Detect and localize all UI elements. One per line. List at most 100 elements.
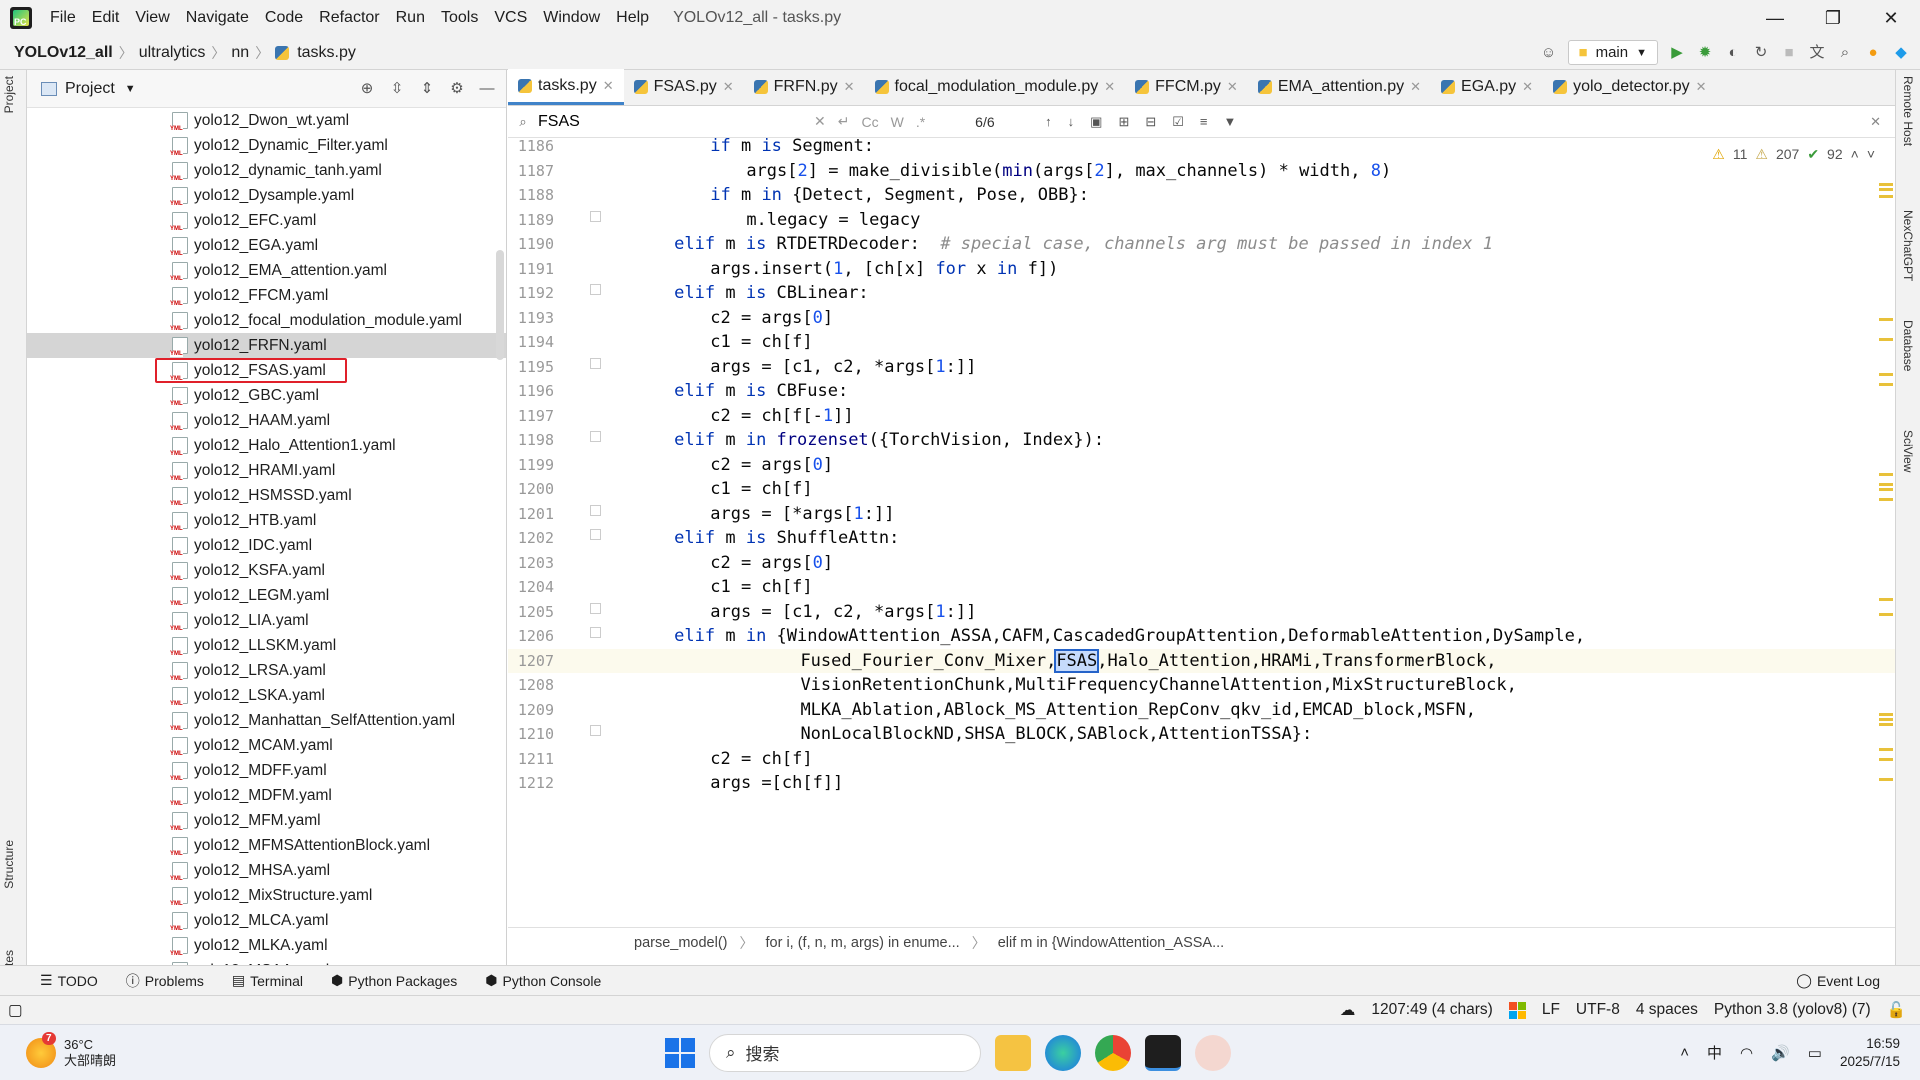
stripe-mark[interactable] [1879, 613, 1893, 616]
editor-tab[interactable]: EMA_attention.py ✕ [1248, 69, 1431, 105]
stripe-mark[interactable] [1879, 723, 1893, 726]
tree-item[interactable]: yolo12_MDFM.yaml [27, 783, 506, 808]
filter-icon[interactable]: ▼ [1224, 114, 1237, 130]
editor-tab[interactable]: tasks.py ✕ [508, 69, 624, 105]
profile-icon[interactable]: ↻ [1752, 44, 1770, 62]
terminal-tab[interactable]: ▤ Terminal [218, 972, 317, 989]
code-line[interactable]: 1203 c2 = args[0] [508, 551, 1895, 576]
select-all-occurrences-icon[interactable]: ☑ [1172, 114, 1184, 130]
pycharm-taskbar-icon[interactable] [1145, 1034, 1181, 1071]
menu-run[interactable]: Run [388, 9, 433, 27]
stripe-mark[interactable] [1879, 488, 1893, 491]
clear-search-icon[interactable]: ✕ [814, 113, 826, 130]
taskbar-search[interactable]: ⌕ 搜索 [709, 1033, 981, 1072]
fold-icon[interactable] [590, 504, 601, 516]
menu-code[interactable]: Code [257, 9, 311, 27]
regex-toggle[interactable]: .* [916, 114, 925, 130]
tree-item[interactable]: yolo12_HTB.yaml [27, 508, 506, 533]
breadcrumb-project[interactable]: YOLOv12_all [0, 44, 117, 62]
tree-item[interactable]: yolo12_MDFF.yaml [27, 758, 506, 783]
code-crumb-function[interactable]: parse_model() [634, 935, 728, 951]
code-editor[interactable]: ⚠ 11 ⚠ 207 ✔ 92 ˄ ˅ 1186 if m is Segment: 118… [508, 138, 1895, 927]
background-tasks-icon[interactable]: ☁ [1340, 1001, 1356, 1020]
code-line[interactable]: 1206 elif m in {WindowAttention_ASSA,CAFM… [508, 624, 1895, 649]
fold-icon[interactable] [590, 529, 601, 541]
stripe-mark[interactable] [1879, 473, 1893, 476]
side-tab-structure[interactable]: Structure [2, 840, 16, 889]
code-line[interactable]: 1205 args = [c1, c2, *args[1:]] [508, 600, 1895, 625]
code-line[interactable]: 1196 elif m is CBFuse: [508, 379, 1895, 404]
tree-item[interactable]: yolo12_Halo_Attention1.yaml [27, 433, 506, 458]
code-line[interactable]: 1192 elif m is CBLinear: [508, 281, 1895, 306]
weather-widget[interactable]: 7 36°C 大部晴朗 [0, 1031, 320, 1069]
code-line[interactable]: 1212 args =[ch[f]] [508, 771, 1895, 796]
edge-icon[interactable] [1045, 1034, 1081, 1071]
editor-tab[interactable]: EGA.py ✕ [1431, 69, 1543, 105]
code-line[interactable]: 1194 c1 = ch[f] [508, 330, 1895, 355]
menu-view[interactable]: View [127, 9, 177, 27]
code-line[interactable]: 1207 Fused_Fourier_Conv_Mixer,FSAS,Halo_A… [508, 648, 1895, 673]
code-line[interactable]: 1189 m.legacy = legacy [508, 208, 1895, 233]
close-find-icon[interactable]: ✕ [1870, 114, 1895, 130]
todo-tab[interactable]: ☰ TODO [26, 972, 112, 989]
menu-edit[interactable]: Edit [84, 9, 128, 27]
find-input[interactable] [538, 112, 808, 131]
code-line[interactable]: 1210 NonLocalBlockND,SHSA_BLOCK,SABlock,A… [508, 722, 1895, 747]
stripe-mark[interactable] [1879, 338, 1893, 341]
tree-item[interactable]: yolo12_HSMSSD.yaml [27, 483, 506, 508]
code-line[interactable]: 1204 c1 = ch[f] [508, 575, 1895, 600]
right-tab[interactable]: Database [1901, 320, 1915, 371]
update-icon[interactable]: ● [1864, 44, 1882, 62]
input-method[interactable]: 中 [1707, 1042, 1722, 1063]
stripe-mark[interactable] [1879, 183, 1893, 186]
tree-item[interactable]: yolo12_FSAS.yaml [27, 358, 506, 383]
chevron-up-icon[interactable]: ˄ [1680, 1044, 1689, 1061]
stripe-mark[interactable] [1879, 778, 1893, 781]
tree-item[interactable]: yolo12_MFM.yaml [27, 808, 506, 833]
tree-item[interactable]: yolo12_MLKA.yaml [27, 933, 506, 958]
tree-item[interactable]: yolo12_focal_modulation_module.yaml [27, 308, 506, 333]
close-tab-icon[interactable]: ✕ [1522, 79, 1533, 95]
run-config-selector[interactable]: ■ main ▼ [1567, 40, 1658, 65]
editor-tab[interactable]: yolo_detector.py ✕ [1543, 69, 1716, 105]
code-line[interactable]: 1200 c1 = ch[f] [508, 477, 1895, 502]
match-case-toggle[interactable]: Cc [861, 114, 878, 130]
close-tab-icon[interactable]: ✕ [844, 79, 855, 95]
previous-occurrence-icon[interactable]: ↑ [1045, 114, 1052, 130]
whole-word-toggle[interactable]: W [891, 114, 904, 130]
tree-item[interactable]: yolo12_GBC.yaml [27, 383, 506, 408]
tree-item[interactable]: yolo12_LIA.yaml [27, 608, 506, 633]
fold-icon[interactable] [590, 210, 601, 222]
editor-tab[interactable]: FFCM.py ✕ [1125, 69, 1248, 105]
breadcrumb-file[interactable]: tasks.py [293, 44, 360, 62]
stripe-mark[interactable] [1879, 498, 1893, 501]
clock[interactable]: 16:59 2025/7/15 [1840, 1035, 1900, 1071]
restore-icon[interactable]: ❐ [1804, 8, 1862, 29]
menu-window[interactable]: Window [535, 9, 608, 27]
tree-item[interactable]: yolo12_FFCM.yaml [27, 283, 506, 308]
layout-icon[interactable]: ▢ [0, 1001, 23, 1020]
event-log-tab[interactable]: ◯ Event Log [1782, 972, 1920, 989]
code-crumb-branch[interactable]: elif m in {WindowAttention_ASSA... [998, 935, 1224, 951]
fold-icon[interactable] [590, 725, 601, 737]
fold-icon[interactable] [590, 602, 601, 614]
file-explorer-icon[interactable] [995, 1034, 1031, 1071]
code-line[interactable]: 1199 c2 = args[0] [508, 453, 1895, 478]
coverage-icon[interactable]: ◐ [1724, 44, 1742, 62]
tree-item[interactable]: yolo12_EFC.yaml [27, 208, 506, 233]
tree-item[interactable]: yolo12_LRSA.yaml [27, 658, 506, 683]
code-line[interactable]: 1201 args = [*args[1:]] [508, 502, 1895, 527]
code-line[interactable]: 1188 if m in {Detect, Segment, Pose, OBB}… [508, 183, 1895, 208]
user-icon[interactable]: ☺ [1540, 44, 1558, 62]
battery-icon[interactable]: ▭ [1808, 1044, 1822, 1062]
menu-navigate[interactable]: Navigate [178, 9, 257, 27]
wifi-icon[interactable]: ◠ [1740, 1044, 1753, 1062]
close-tab-icon[interactable]: ✕ [603, 78, 614, 94]
menu-help[interactable]: Help [608, 9, 657, 27]
code-line[interactable]: 1198 elif m in frozenset({TorchVision, In… [508, 428, 1895, 453]
breadcrumb-nn[interactable]: nn [227, 44, 253, 62]
lock-icon[interactable]: 🔓 [1887, 1001, 1906, 1020]
avatar-app-icon[interactable] [1195, 1034, 1231, 1071]
close-tab-icon[interactable]: ✕ [1410, 79, 1421, 95]
code-line[interactable]: 1187 args[2] = make_divisible(min(args[2]… [508, 159, 1895, 184]
